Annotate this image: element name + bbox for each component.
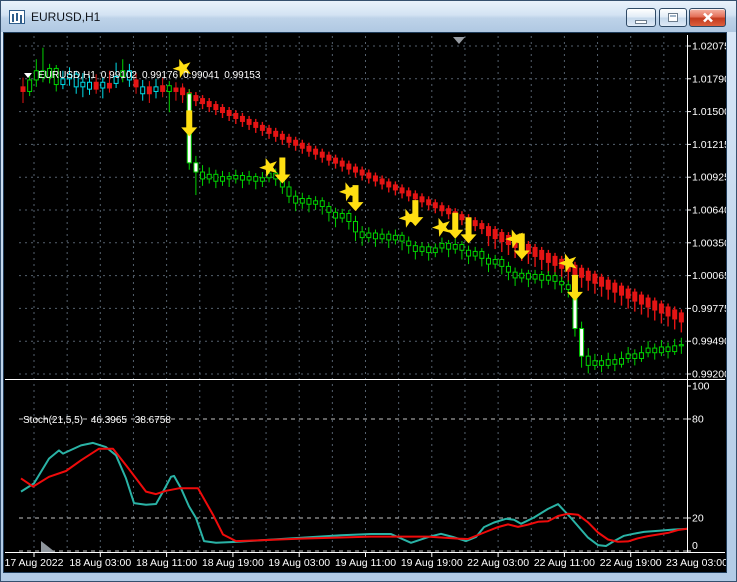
header-close: 0.99153 [224,70,261,81]
minimize-button[interactable] [626,8,656,27]
svg-text:17 Aug 2022: 17 Aug 2022 [5,557,64,569]
candles [20,47,684,374]
down-arrow-signal-icon [181,110,198,137]
stochastic-lines [20,441,688,547]
svg-text:20: 20 [692,513,704,525]
header-low: 0.99041 [183,70,220,81]
close-icon [702,12,713,23]
stoch-label: Stoch(21,5,5) [23,415,84,426]
close-button[interactable] [689,8,726,27]
minimize-icon [635,19,647,24]
svg-text:23 Aug 03:00: 23 Aug 03:00 [666,557,726,569]
svg-text:0.99490: 0.99490 [692,336,726,348]
svg-text:18 Aug 11:00: 18 Aug 11:00 [136,557,197,569]
period-marker-icon [453,37,465,44]
restore-icon [668,13,678,22]
svg-text:19 Aug 19:00: 19 Aug 19:00 [401,557,463,569]
subwindow-corner-wedge-icon [41,541,55,552]
svg-text:19 Aug 11:00: 19 Aug 11:00 [335,557,396,569]
svg-text:1.01215: 1.01215 [692,139,726,151]
star-signal-icon [432,217,451,237]
chart-client-area: 1.02075 1.01790 1.01500 1.01215 1.00925 1.006… [3,32,727,573]
chevron-down-icon[interactable] [24,73,32,78]
stoch-k-value: 46.3965 [90,415,127,426]
chart-app-icon [9,9,25,24]
svg-text:22 Aug 03:00: 22 Aug 03:00 [467,557,529,569]
window-title: EURUSD,H1 [31,9,101,24]
svg-text:80: 80 [692,414,704,426]
svg-text:1.01790: 1.01790 [692,73,726,85]
axis-labels: 1.02075 1.01790 1.01500 1.01215 1.00925 1.006… [5,41,726,570]
header-open: 0.99102 [100,70,137,81]
svg-text:18 Aug 19:00: 18 Aug 19:00 [202,557,264,569]
stochastic-header: Stoch(21,5,5) 46.3965 38.6758 [23,415,171,426]
svg-text:18 Aug 03:00: 18 Aug 03:00 [69,557,131,569]
svg-text:1.01500: 1.01500 [692,106,726,118]
chart-window: EURUSD,H1 1.020751.017901.015001.012151.… [0,0,737,582]
svg-text:0: 0 [692,540,698,552]
svg-text:22 Aug 11:00: 22 Aug 11:00 [534,557,595,569]
stoch-d-value: 38.6758 [134,415,171,426]
svg-text:0.99775: 0.99775 [692,303,726,315]
chart-grid [19,36,687,552]
svg-text:1.00065: 1.00065 [692,270,726,282]
svg-text:100: 100 [692,381,710,393]
svg-text:19 Aug 03:00: 19 Aug 03:00 [268,557,330,569]
svg-text:0.99200: 0.99200 [692,369,726,381]
svg-text:22 Aug 19:00: 22 Aug 19:00 [600,557,662,569]
svg-text:1.00925: 1.00925 [692,172,726,184]
svg-text:1.02075: 1.02075 [692,41,726,53]
svg-text:1.00640: 1.00640 [692,205,726,217]
symbol-header: EURUSD,H1 0.99102 0.99176 0.99041 0.9915… [24,70,260,81]
header-symbol: EURUSD,H1 [38,70,96,81]
header-high: 0.99176 [141,70,179,81]
svg-text:1.00350: 1.00350 [692,237,726,249]
chart-canvas[interactable]: 1.02075 1.01790 1.01500 1.01215 1.00925 1.006… [4,33,726,572]
restore-button[interactable] [659,8,687,27]
